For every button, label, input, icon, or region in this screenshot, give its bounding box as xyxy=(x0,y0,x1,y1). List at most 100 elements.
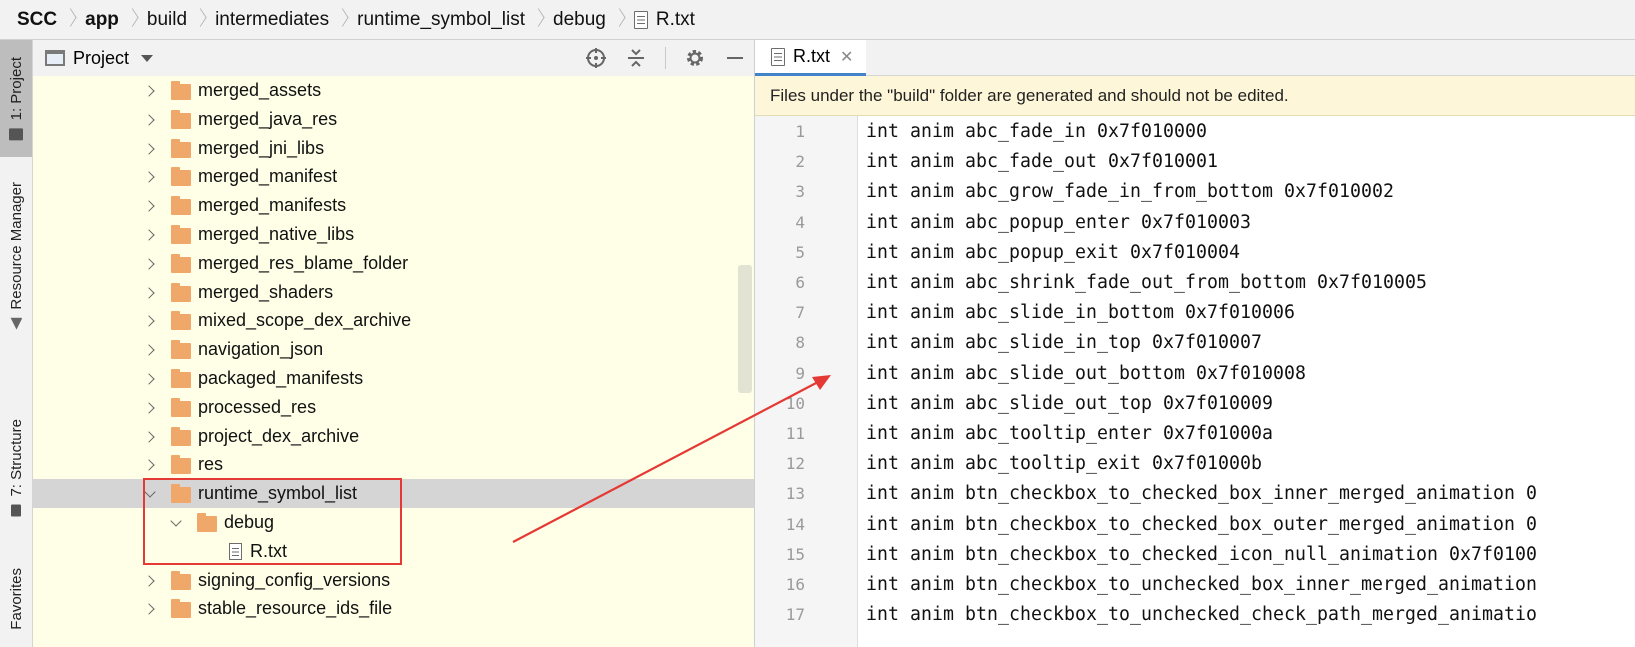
chevron-right-icon[interactable] xyxy=(145,460,155,470)
tree-folder-item[interactable]: res xyxy=(33,450,754,479)
chevron-right-icon xyxy=(337,8,347,32)
chevron-right-icon[interactable] xyxy=(145,288,155,298)
breadcrumb-item-runtime-symbol-list[interactable]: runtime_symbol_list xyxy=(357,9,525,31)
tree-folder-item[interactable]: merged_jni_libs xyxy=(33,134,754,163)
folder-icon xyxy=(171,109,191,129)
tree-folder-item[interactable]: runtime_symbol_list xyxy=(33,479,754,509)
code-line: int anim abc_popup_enter 0x7f010003 xyxy=(866,211,1251,233)
tool-tab-favorites[interactable]: Favorites xyxy=(0,550,32,647)
tree-folder-item[interactable]: project_dex_archive xyxy=(33,422,754,451)
editor-tab-bar: R.txt ✕ xyxy=(755,40,1635,76)
tool-tab-structure[interactable]: 7: Structure xyxy=(0,410,32,525)
folder-icon xyxy=(197,513,217,532)
code-line: int anim abc_grow_fade_in_from_bottom 0x… xyxy=(866,181,1394,203)
tree-folder-item[interactable]: merged_native_libs xyxy=(33,220,754,249)
line-number: 8 xyxy=(795,333,805,353)
tree-folder-item[interactable]: merged_java_res xyxy=(33,105,754,134)
chevron-right-icon[interactable] xyxy=(145,259,155,269)
folder-icon xyxy=(171,455,191,475)
chevron-right-icon[interactable] xyxy=(145,316,155,326)
tree-item-label: merged_jni_libs xyxy=(198,137,325,158)
chevron-right-icon[interactable] xyxy=(145,432,155,442)
chevron-right-icon[interactable] xyxy=(145,345,155,355)
chevron-right-icon[interactable] xyxy=(145,604,155,614)
chevron-down-icon[interactable] xyxy=(145,489,155,499)
code-line: int anim abc_fade_in 0x7f010000 xyxy=(866,121,1207,142)
folder-icon xyxy=(171,369,191,388)
breadcrumb-label: debug xyxy=(553,8,606,30)
tool-tab-project[interactable]: 1: Project xyxy=(0,40,32,157)
breadcrumb-label: build xyxy=(146,8,188,30)
tree-folder-item[interactable]: merged_shaders xyxy=(33,278,754,307)
tree-folder-item[interactable]: packaged_manifests xyxy=(33,364,754,393)
editor-tab-r-txt[interactable]: R.txt ✕ xyxy=(755,40,866,76)
locate-file-button[interactable] xyxy=(585,47,607,69)
line-number-gutter: 1 2 3 4 5 6 7 8 9 10 11 12 13 14 15 16 17 xyxy=(755,116,858,647)
breadcrumb-item-debug[interactable]: debug xyxy=(553,9,606,31)
chevron-right-icon[interactable] xyxy=(145,144,155,154)
folder-icon xyxy=(171,138,191,158)
editor-tab-label: R.txt xyxy=(793,46,831,66)
code-line: int anim abc_slide_in_top 0x7f010007 xyxy=(866,332,1262,354)
project-panel-title[interactable]: Project xyxy=(73,48,129,69)
line-number: 5 xyxy=(795,242,805,262)
chevron-right-icon xyxy=(195,8,205,32)
tree-item-label: merged_manifest xyxy=(198,166,338,187)
line-number: 9 xyxy=(795,363,805,383)
chevron-right-icon[interactable] xyxy=(145,230,155,240)
folder-icon xyxy=(171,570,191,590)
tree-item-label: merged_res_blame_folder xyxy=(198,252,409,273)
folder-icon xyxy=(171,196,191,216)
line-number: 6 xyxy=(795,273,805,292)
tool-tab-resource-manager[interactable]: Resource Manager xyxy=(0,168,32,343)
tool-tab-label: Resource Manager xyxy=(7,181,25,310)
code-area[interactable]: int anim abc_fade_in 0x7f010000 int anim … xyxy=(858,116,1635,647)
settings-button[interactable] xyxy=(684,47,706,69)
chevron-right-icon[interactable] xyxy=(145,403,155,413)
chevron-right-icon xyxy=(614,8,624,32)
breadcrumb-item-intermediates[interactable]: intermediates xyxy=(215,9,329,31)
chevron-right-icon[interactable] xyxy=(145,172,155,182)
chevron-down-icon[interactable] xyxy=(141,54,154,62)
collapse-all-button[interactable] xyxy=(625,47,647,69)
code-line: int anim abc_shrink_fade_out_from_bottom… xyxy=(866,272,1427,293)
tree-item-label: stable_resource_ids_file xyxy=(198,598,393,619)
chevron-right-icon[interactable] xyxy=(145,374,155,384)
tree-folder-item[interactable]: debug xyxy=(33,508,754,537)
collapse-all-icon xyxy=(628,49,644,67)
folder-icon xyxy=(171,225,191,244)
code-line: int anim btn_checkbox_to_checked_box_out… xyxy=(866,513,1537,535)
generated-file-banner: Files under the "build" folder are gener… xyxy=(755,76,1635,116)
chevron-right-icon[interactable] xyxy=(145,201,155,211)
tree-folder-item[interactable]: merged_manifest xyxy=(33,162,754,191)
tree-folder-item[interactable]: navigation_json xyxy=(33,335,754,364)
folder-icon xyxy=(171,81,191,100)
close-icon[interactable]: ✕ xyxy=(840,47,853,67)
tree-folder-item[interactable]: signing_config_versions xyxy=(33,566,754,595)
tree-folder-item[interactable]: merged_assets xyxy=(33,76,754,105)
tree-folder-item[interactable]: merged_manifests xyxy=(33,191,754,220)
chevron-right-icon[interactable] xyxy=(145,115,155,125)
tree-folder-item[interactable]: mixed_scope_dex_archive xyxy=(33,306,754,335)
folder-icon xyxy=(171,397,191,417)
tree-file-item[interactable]: R.txt xyxy=(33,537,754,566)
hide-panel-button[interactable] xyxy=(724,47,746,69)
code-line: int anim abc_slide_out_top 0x7f010009 xyxy=(866,392,1273,414)
chevron-right-icon[interactable] xyxy=(145,576,155,586)
chevron-right-icon[interactable] xyxy=(145,86,155,96)
breadcrumb-item-scc[interactable]: SCC xyxy=(17,9,57,31)
breadcrumb-item-app[interactable]: app xyxy=(85,9,119,31)
tree-folder-item[interactable]: merged_res_blame_folder xyxy=(33,249,754,278)
text-file-icon xyxy=(771,47,785,66)
tree-item-label: processed_res xyxy=(198,396,317,417)
shapes-icon xyxy=(10,317,22,329)
line-number: 11 xyxy=(785,424,805,443)
tree-folder-item[interactable]: processed_res xyxy=(33,393,754,422)
tree-scrollbar-thumb[interactable] xyxy=(738,265,752,393)
chevron-down-icon[interactable] xyxy=(171,518,181,528)
structure-icon xyxy=(11,504,21,517)
breadcrumb-item-build[interactable]: build xyxy=(147,9,187,31)
folder-icon xyxy=(171,282,191,302)
tree-folder-item[interactable]: stable_resource_ids_file xyxy=(33,594,754,623)
breadcrumb-item-r-txt[interactable]: R.txt xyxy=(633,9,695,31)
